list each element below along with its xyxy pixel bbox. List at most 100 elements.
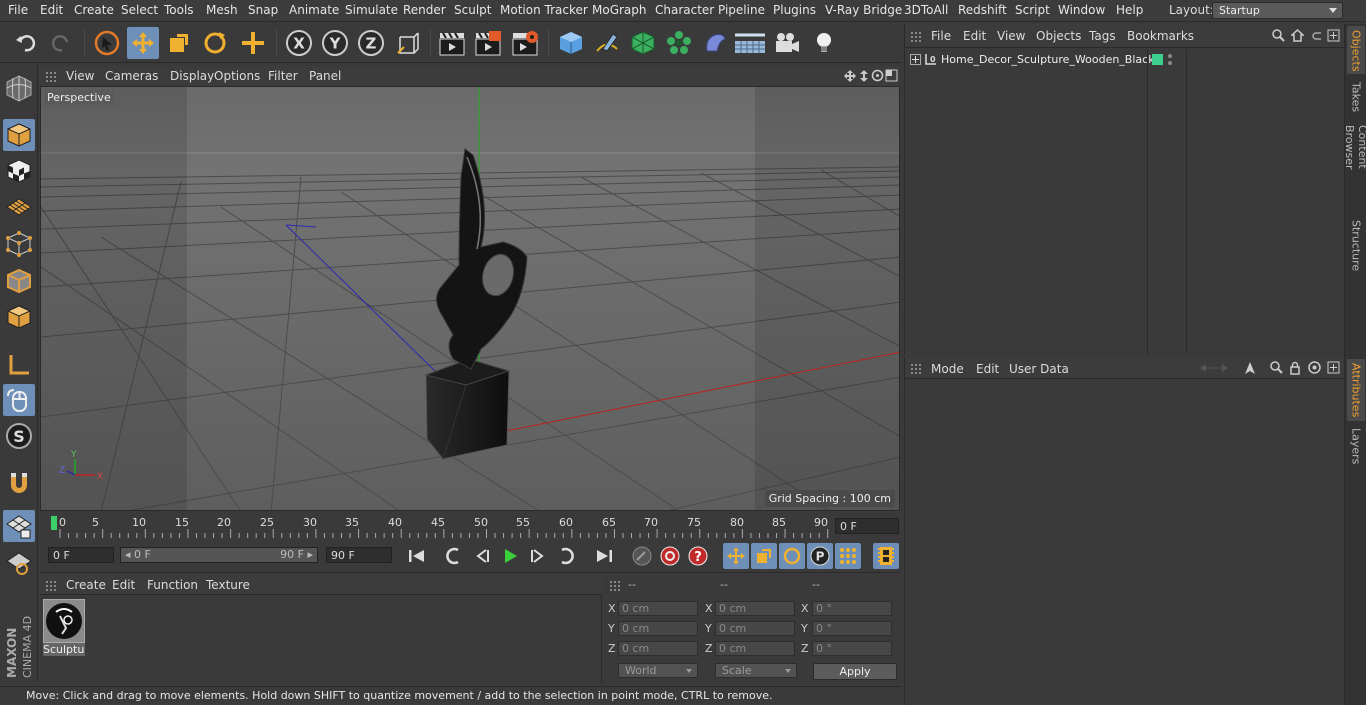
next-key-button[interactable] xyxy=(553,543,579,569)
rotate-tool-button[interactable] xyxy=(199,27,231,59)
points-mode-button[interactable] xyxy=(3,228,35,260)
object-menu-bookmarks[interactable]: Bookmarks xyxy=(1127,29,1194,43)
pan-view-icon[interactable] xyxy=(844,69,856,83)
position-z-field[interactable]: 0 cm xyxy=(618,641,698,656)
previous-frame-button[interactable] xyxy=(469,543,495,569)
key-parameter-button[interactable]: P xyxy=(807,543,833,569)
menu-mesh[interactable]: Mesh xyxy=(206,3,238,17)
coordinate-space-dropdown[interactable]: World xyxy=(618,663,698,678)
menu-pipeline[interactable]: Pipeline xyxy=(718,3,765,17)
make-editable-button[interactable] xyxy=(3,72,35,104)
timeline-ruler[interactable]: 0 5 10 15 20 25 30 35 40 45 50 55 60 65 … xyxy=(40,512,900,540)
attribute-menu-edit[interactable]: Edit xyxy=(976,362,999,376)
3d-viewport[interactable]: Y X Z Perspective Grid Spacing : 100 cm xyxy=(40,86,900,511)
menu-select[interactable]: Select xyxy=(121,3,158,17)
go-to-start-button[interactable] xyxy=(404,543,430,569)
tab-takes[interactable]: Takes xyxy=(1347,78,1365,118)
x-axis-lock-button[interactable]: X xyxy=(283,27,315,59)
apply-button[interactable]: Apply xyxy=(813,663,897,680)
y-axis-lock-button[interactable]: Y xyxy=(319,27,351,59)
tab-layers[interactable]: Layers xyxy=(1347,424,1365,464)
zoom-view-icon[interactable] xyxy=(858,69,870,83)
pen-spline-button[interactable] xyxy=(591,27,623,59)
pointer-icon[interactable] xyxy=(1244,361,1256,375)
render-settings-button[interactable] xyxy=(509,27,541,59)
axis-mode-button[interactable] xyxy=(3,349,35,381)
deformer-button[interactable] xyxy=(699,27,731,59)
viewport-menu-panel[interactable]: Panel xyxy=(309,69,341,83)
material-thumbnail[interactable] xyxy=(43,599,85,643)
recent-tools-button[interactable] xyxy=(237,27,269,59)
key-scale-button[interactable] xyxy=(751,543,777,569)
menu-script[interactable]: Script xyxy=(1015,3,1050,17)
previous-key-button[interactable] xyxy=(441,543,467,569)
add-cube-button[interactable] xyxy=(555,27,587,59)
rotation-b-field[interactable]: 0 ° xyxy=(812,641,892,656)
rotate-view-icon[interactable] xyxy=(871,69,884,82)
menu-edit[interactable]: Edit xyxy=(40,3,63,17)
end-frame-field[interactable]: 90 F xyxy=(326,547,392,563)
layer-color-tag[interactable] xyxy=(1152,54,1163,65)
maximize-view-icon[interactable] xyxy=(885,69,898,82)
tab-attributes[interactable]: Attributes xyxy=(1347,359,1365,421)
material-menu-create[interactable]: Create xyxy=(66,578,106,592)
go-to-end-button[interactable] xyxy=(591,543,617,569)
light-button[interactable] xyxy=(808,27,840,59)
back-icon[interactable] xyxy=(1310,29,1323,42)
timeline-window-button[interactable] xyxy=(873,543,899,569)
new-window-icon[interactable] xyxy=(1327,29,1340,42)
menu-window[interactable]: Window xyxy=(1058,3,1105,17)
object-menu-view[interactable]: View xyxy=(997,29,1025,43)
layout-select[interactable]: Startup xyxy=(1212,2,1343,19)
key-position-button[interactable] xyxy=(723,543,749,569)
render-picture-viewer-button[interactable] xyxy=(472,27,504,59)
tab-content-browser[interactable]: Content Browser xyxy=(1343,121,1366,213)
tab-objects[interactable]: Objects xyxy=(1347,26,1365,74)
search-icon[interactable] xyxy=(1272,29,1285,42)
material-menu-texture[interactable]: Texture xyxy=(206,578,250,592)
viewport-menu-display[interactable]: Display xyxy=(170,69,214,83)
menu-plugins[interactable]: Plugins xyxy=(773,3,816,17)
menu-motion-tracker[interactable]: Motion Tracker xyxy=(500,3,588,17)
key-rotation-button[interactable] xyxy=(779,543,805,569)
camera-button[interactable] xyxy=(771,27,803,59)
camera-label[interactable]: Perspective xyxy=(44,90,114,105)
lock-icon[interactable] xyxy=(1289,361,1301,375)
live-selection-button[interactable] xyxy=(91,27,123,59)
position-y-field[interactable]: 0 cm xyxy=(618,621,698,636)
solo-mode-button[interactable]: S xyxy=(3,420,35,452)
render-view-button[interactable] xyxy=(436,27,468,59)
menu-animate[interactable]: Animate xyxy=(289,3,339,17)
current-frame-field[interactable]: 0 F xyxy=(835,518,899,534)
object-menu-file[interactable]: File xyxy=(931,29,951,43)
record-keys-button[interactable] xyxy=(629,543,655,569)
redo-button[interactable] xyxy=(45,27,77,59)
size-mode-dropdown[interactable]: Scale xyxy=(715,663,797,678)
current-frame-marker[interactable] xyxy=(51,516,57,530)
search-icon[interactable] xyxy=(1270,361,1283,374)
next-frame-button[interactable] xyxy=(525,543,551,569)
target-icon[interactable] xyxy=(1308,361,1321,374)
menu-character[interactable]: Character xyxy=(655,3,714,17)
size-x-field[interactable]: 0 cm xyxy=(715,601,795,616)
undo-button[interactable] xyxy=(10,27,42,59)
menu-tools[interactable]: Tools xyxy=(164,3,194,17)
object-row[interactable]: 0 Home_Decor_Sculpture_Wooden_Black xyxy=(905,51,1344,69)
expand-icon[interactable] xyxy=(910,54,921,65)
key-pla-button[interactable] xyxy=(835,543,861,569)
attribute-menu-mode[interactable]: Mode xyxy=(931,362,964,376)
viewport-menu-cameras[interactable]: Cameras xyxy=(105,69,158,83)
menu-redshift[interactable]: Redshift xyxy=(958,3,1007,17)
snap-button[interactable] xyxy=(3,467,35,499)
tweak-mode-button[interactable] xyxy=(3,384,35,416)
menu-3dtoall[interactable]: 3DToAll xyxy=(904,3,948,17)
menu-file[interactable]: File xyxy=(8,3,28,17)
material-menu-function[interactable]: Function xyxy=(147,578,198,592)
texture-mode-button[interactable] xyxy=(3,155,35,187)
menu-create[interactable]: Create xyxy=(74,3,114,17)
menu-snap[interactable]: Snap xyxy=(248,3,278,17)
menu-help[interactable]: Help xyxy=(1116,3,1143,17)
planar-workplane-button[interactable] xyxy=(3,547,35,579)
subdivision-surface-button[interactable] xyxy=(627,27,659,59)
model-mode-button[interactable] xyxy=(3,119,35,151)
